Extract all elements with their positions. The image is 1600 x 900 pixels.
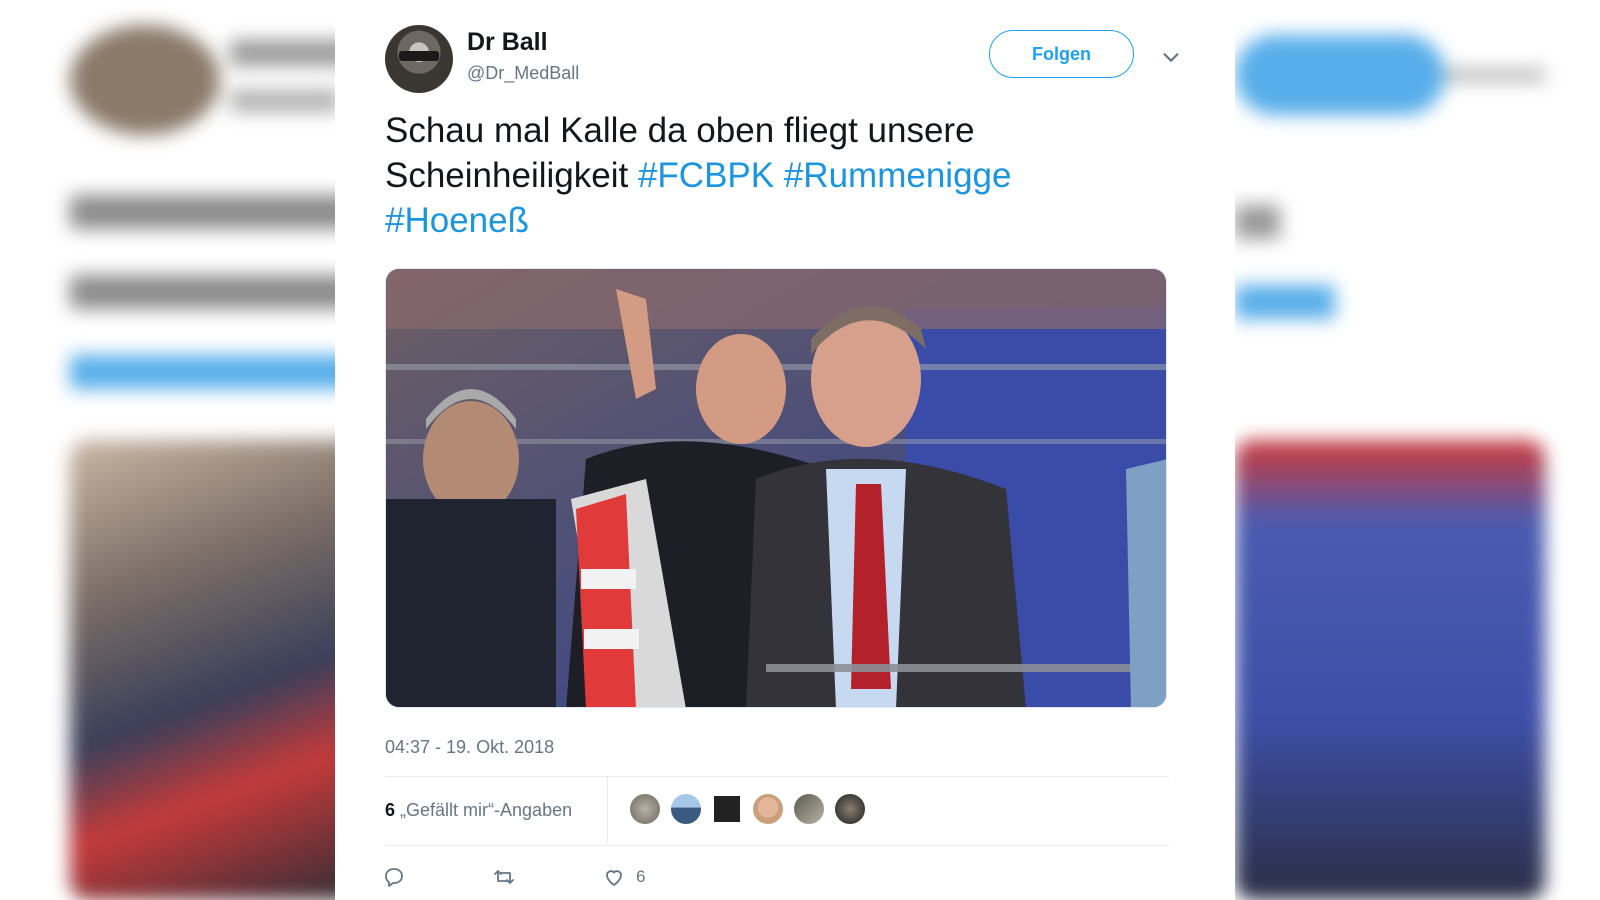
- like-button[interactable]: 6: [602, 865, 645, 889]
- likes-count: 6: [385, 800, 396, 820]
- liker-avatar[interactable]: [833, 792, 867, 826]
- reply-button[interactable]: [382, 865, 406, 889]
- tweet-text: Schau mal Kalle da oben fliegt unsere Sc…: [385, 108, 1085, 243]
- author-avatar[interactable]: [385, 25, 453, 93]
- hashtag-link[interactable]: #FCBPK: [638, 156, 774, 195]
- chevron-down-icon[interactable]: [1160, 46, 1182, 68]
- follow-button[interactable]: Folgen: [989, 30, 1134, 78]
- author-handle[interactable]: @Dr_MedBall: [467, 63, 579, 84]
- liker-avatar[interactable]: [751, 792, 785, 826]
- divider: [385, 776, 1169, 777]
- divider: [385, 845, 1169, 846]
- tweet-timestamp[interactable]: 04:37 - 19. Okt. 2018: [385, 737, 554, 758]
- reply-icon: [385, 868, 403, 887]
- hashtag-link[interactable]: #Rummenigge: [784, 156, 1012, 195]
- blurred-left-echo: [50, 0, 370, 900]
- retweet-icon: [494, 870, 514, 884]
- author-name[interactable]: Dr Ball: [467, 28, 548, 57]
- liker-avatar[interactable]: [710, 792, 744, 826]
- likes-count-label[interactable]: 6 „Gefällt mir“-Angaben: [385, 800, 572, 821]
- hashtag-link[interactable]: #Hoeneß: [385, 201, 529, 240]
- liker-avatar[interactable]: [628, 792, 662, 826]
- retweet-button[interactable]: [492, 865, 516, 889]
- tweet-photo[interactable]: [385, 268, 1167, 708]
- liker-avatar[interactable]: [792, 792, 826, 826]
- vertical-divider: [607, 777, 608, 844]
- blurred-right-echo: [1235, 0, 1555, 900]
- heart-icon: [606, 870, 622, 886]
- liker-avatar[interactable]: [669, 792, 703, 826]
- like-count: 6: [636, 867, 646, 886]
- tweet-card: Dr Ball @Dr_MedBall Folgen Schau mal Kal…: [335, 0, 1235, 900]
- likes-text: „Gefällt mir“-Angaben: [400, 800, 573, 820]
